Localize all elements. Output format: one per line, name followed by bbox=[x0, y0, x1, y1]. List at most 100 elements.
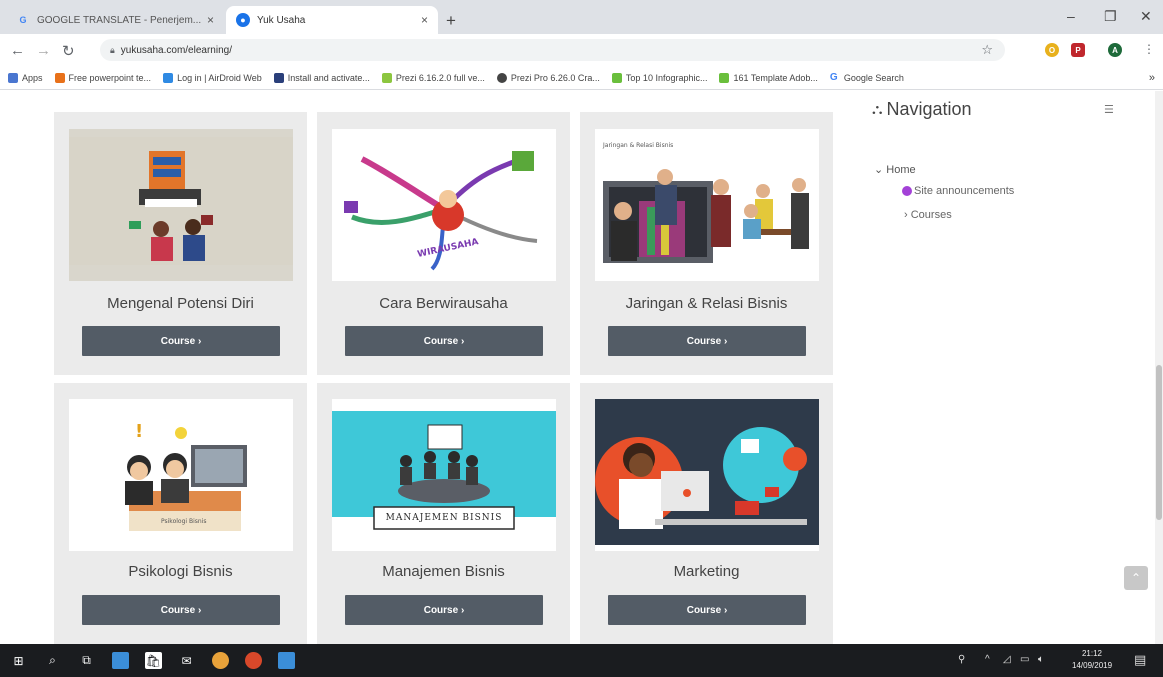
forward-icon[interactable]: → bbox=[36, 42, 51, 59]
course-image[interactable] bbox=[595, 399, 819, 551]
leaf-icon bbox=[719, 72, 730, 83]
chrome-icon[interactable] bbox=[212, 652, 229, 669]
svg-text:Psikologi Bisnis: Psikologi Bisnis bbox=[161, 518, 206, 525]
bookmark-item[interactable]: Prezi 6.16.2.0 full ve... bbox=[381, 72, 485, 83]
lock-icon: 🔒︎ bbox=[110, 44, 115, 55]
nav-item-courses[interactable]: › Courses bbox=[904, 209, 952, 221]
clock-time: 21:12 bbox=[1081, 649, 1103, 658]
google-translate-favicon-icon: G bbox=[19, 15, 27, 25]
volume-icon[interactable]: 🔈︎ bbox=[1038, 654, 1044, 665]
close-tab-icon[interactable]: × bbox=[421, 13, 428, 27]
sitemap-icon: ⛬ bbox=[872, 101, 883, 118]
reload-icon[interactable]: ↻ bbox=[62, 42, 75, 60]
course-card: MANAJEMEN BISNIS Manajemen Bisnis Course… bbox=[317, 383, 570, 644]
clock-date: 14/09/2019 bbox=[1072, 661, 1113, 670]
file-explorer-icon[interactable] bbox=[112, 652, 129, 669]
airdroid-icon bbox=[163, 72, 174, 83]
bookmark-item[interactable]: Prezi Pro 6.26.0 Cra... bbox=[496, 72, 600, 83]
course-card: Jaringan & Relasi Bisnis Jaringan & Rela… bbox=[580, 112, 833, 375]
course-image[interactable]: MANAJEMEN BISNIS bbox=[332, 399, 556, 551]
svg-text:Jaringan & Relasi Bisnis: Jaringan & Relasi Bisnis bbox=[602, 142, 673, 149]
forum-icon bbox=[902, 186, 912, 196]
image-caption: MANAJEMEN BISNIS bbox=[385, 513, 503, 523]
course-card: Psikologi Bisnis ! Psikologi Bisnis Cour… bbox=[54, 383, 307, 644]
system-clock[interactable]: 21:12 14/09/2019 bbox=[1072, 648, 1112, 672]
bookmark-apps[interactable]: Apps bbox=[8, 72, 43, 83]
windows-start-icon[interactable]: ⊞ bbox=[10, 652, 27, 669]
menu-dots-icon[interactable]: ⋮ bbox=[1143, 42, 1155, 56]
bookmark-star-icon[interactable]: ☆ bbox=[981, 42, 993, 58]
close-window-icon[interactable]: ✕ bbox=[1140, 8, 1152, 25]
navigation-heading: ⛬ Navigation bbox=[872, 99, 1122, 120]
psikologi-bisnis-illustration: Psikologi Bisnis ! bbox=[69, 399, 293, 551]
yuk-usaha-favicon-icon: ● bbox=[236, 13, 250, 27]
business-network-illustration: Jaringan & Relasi Bisnis bbox=[595, 129, 819, 281]
chevron-up-icon: ⌃ bbox=[1130, 571, 1142, 585]
minimize-icon[interactable]: – bbox=[1067, 8, 1075, 24]
page-icon bbox=[273, 72, 284, 83]
chart-icon bbox=[381, 72, 392, 83]
course-image[interactable]: Psikologi Bisnis ! bbox=[69, 399, 293, 551]
tab-yuk-usaha[interactable]: ● Yuk Usaha × bbox=[226, 6, 438, 34]
course-card: Marketing Course › bbox=[580, 383, 833, 644]
powerpoint-icon bbox=[54, 72, 65, 83]
people-icon[interactable]: ⚲ bbox=[958, 654, 965, 665]
bookmark-item[interactable]: Log in | AirDroid Web bbox=[163, 72, 262, 83]
course-image[interactable] bbox=[69, 129, 293, 281]
tab-title: Yuk Usaha bbox=[257, 14, 306, 26]
course-image[interactable]: WIRAUSAHA bbox=[332, 129, 556, 281]
bookmark-google-search[interactable]: G Google Search bbox=[829, 72, 904, 83]
profile-avatar-icon[interactable]: A bbox=[1108, 43, 1122, 57]
nav-item-home[interactable]: ⌄ Home bbox=[874, 163, 916, 176]
app-icon[interactable] bbox=[278, 652, 295, 669]
nav-item-site-announcements[interactable]: Site announcements bbox=[902, 185, 1014, 197]
back-icon[interactable]: ← bbox=[10, 42, 25, 59]
chevron-right-icon: › bbox=[904, 209, 911, 221]
bookmark-item[interactable]: Top 10 Infographic... bbox=[611, 72, 707, 83]
globe-icon bbox=[496, 72, 507, 83]
tab-google-translate[interactable]: G GOOGLE TRANSLATE - Penerjem... × bbox=[6, 6, 224, 34]
block-collapse-icon[interactable]: ☰ bbox=[1104, 103, 1114, 116]
course-card: WIRAUSAHA Cara Berwirausaha Course › bbox=[317, 112, 570, 375]
course-title: Jaringan & Relasi Bisnis bbox=[625, 295, 788, 312]
leaf-icon bbox=[611, 72, 622, 83]
svg-text:!: ! bbox=[135, 421, 143, 442]
maximize-icon[interactable]: ❐ bbox=[1104, 8, 1117, 25]
browser-tab-strip: G GOOGLE TRANSLATE - Penerjem... × ● Yuk… bbox=[0, 0, 1163, 34]
network-icon[interactable]: ◿ bbox=[1003, 654, 1011, 665]
course-image[interactable]: Jaringan & Relasi Bisnis bbox=[595, 129, 819, 281]
course-button[interactable]: Course › bbox=[82, 595, 280, 625]
url-input[interactable]: 🔒︎ yukusaha.com/elearning/ ☆ bbox=[100, 39, 1005, 61]
back-to-top-button[interactable]: ⌃ bbox=[1124, 566, 1148, 590]
course-button[interactable]: Course › bbox=[608, 595, 806, 625]
course-button[interactable]: Course › bbox=[345, 595, 543, 625]
search-icon[interactable]: ⌕ bbox=[44, 652, 61, 669]
potensi-diri-illustration bbox=[69, 129, 293, 281]
bookmark-item[interactable]: 161 Template Adob... bbox=[719, 72, 818, 83]
more-bookmarks-icon[interactable]: » bbox=[1149, 72, 1155, 84]
chevron-up-tray-icon[interactable]: ^ bbox=[985, 654, 990, 665]
new-tab-icon[interactable]: + bbox=[446, 11, 456, 31]
bookmark-item[interactable]: Install and activate... bbox=[273, 72, 370, 83]
navigation-title: Navigation bbox=[886, 99, 972, 119]
store-icon[interactable]: 🛍︎ bbox=[145, 652, 162, 669]
course-title: Mengenal Potensi Diri bbox=[107, 295, 254, 312]
address-bar-row: ← → ↻ 🔒︎ yukusaha.com/elearning/ ☆ O P A… bbox=[0, 34, 1163, 66]
course-title: Marketing bbox=[673, 563, 740, 580]
powerpoint-app-icon[interactable] bbox=[245, 652, 262, 669]
url-text: yukusaha.com/elearning/ bbox=[120, 44, 232, 56]
marketing-illustration bbox=[595, 399, 819, 551]
scrollbar-thumb[interactable] bbox=[1156, 365, 1162, 520]
task-view-icon[interactable]: ⧉ bbox=[78, 652, 95, 669]
battery-icon[interactable]: ▭ bbox=[1020, 654, 1029, 665]
mail-icon[interactable]: ✉ bbox=[178, 652, 195, 669]
extension-icon[interactable]: O bbox=[1045, 43, 1059, 57]
course-button[interactable]: Course › bbox=[608, 326, 806, 356]
course-title: Psikologi Bisnis bbox=[128, 563, 233, 580]
extension-icon[interactable]: P bbox=[1071, 43, 1085, 57]
bookmark-item[interactable]: Free powerpoint te... bbox=[54, 72, 151, 83]
course-button[interactable]: Course › bbox=[82, 326, 280, 356]
course-button[interactable]: Course › bbox=[345, 326, 543, 356]
notification-icon[interactable]: ▤ bbox=[1134, 652, 1146, 668]
close-tab-icon[interactable]: × bbox=[207, 13, 214, 27]
